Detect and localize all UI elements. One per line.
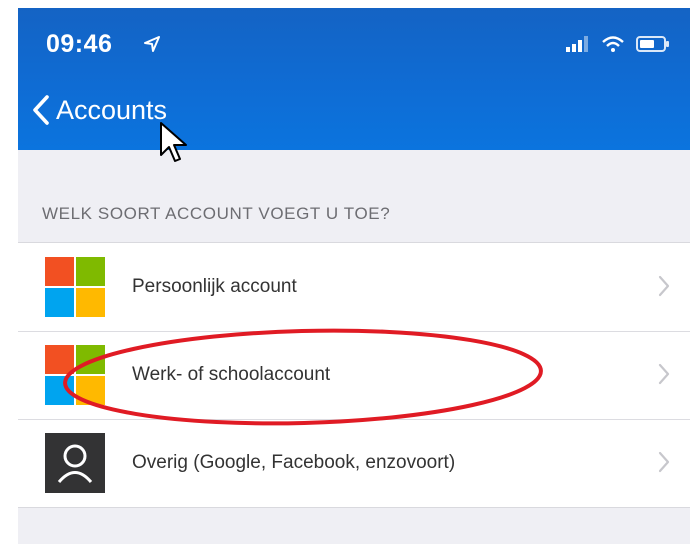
signal-icon (566, 36, 588, 52)
location-arrow-icon (144, 36, 160, 52)
account-type-list: Persoonlijk account Werk- of schoolaccou… (18, 242, 690, 508)
battery-icon (636, 36, 669, 52)
chevron-right-icon (658, 363, 670, 385)
back-label: Accounts (56, 94, 168, 125)
mouse-cursor-icon (160, 122, 187, 162)
phone-screen: 09:46 Accounts WELK SOORT ACCOUNT VOEGT … (18, 8, 690, 544)
microsoft-logo-icon (45, 257, 105, 317)
back-button[interactable]: Accounts (32, 94, 167, 126)
status-time: 09:46 (46, 30, 113, 58)
section-header: WELK SOORT ACCOUNT VOEGT U TOE? (42, 204, 391, 223)
microsoft-logo-icon (45, 345, 105, 405)
nav-header: 09:46 Accounts (18, 8, 690, 150)
chevron-right-icon (658, 451, 670, 473)
list-item-label: Overig (Google, Facebook, enzovoort) (132, 452, 456, 473)
chevron-right-icon (658, 275, 670, 297)
list-item-other-account[interactable]: Overig (Google, Facebook, enzovoort) (18, 419, 690, 507)
list-item-label: Persoonlijk account (132, 276, 297, 297)
list-item-work-school-account[interactable]: Werk- of schoolaccount (18, 331, 690, 419)
person-icon (45, 433, 105, 493)
list-item-personal-account[interactable]: Persoonlijk account (18, 243, 690, 331)
status-icons (566, 36, 670, 52)
wifi-icon (602, 36, 624, 52)
list-item-label: Werk- of schoolaccount (132, 364, 331, 385)
chevron-left-icon (33, 95, 49, 125)
